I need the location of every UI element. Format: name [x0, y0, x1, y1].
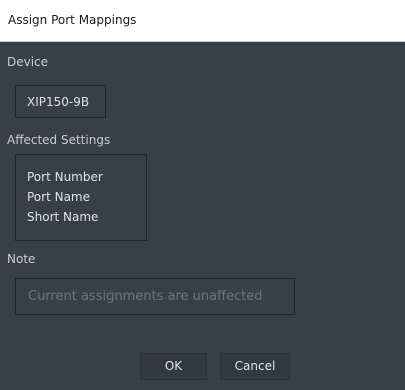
- device-value: XIP150-9B: [27, 95, 90, 109]
- list-item: Port Name: [27, 190, 91, 204]
- ok-button[interactable]: OK: [140, 353, 207, 380]
- device-field: XIP150-9B: [15, 85, 106, 118]
- assign-port-mappings-dialog: Assign Port Mappings Device XIP150-9B Af…: [0, 0, 405, 390]
- list-item: Port Number: [27, 170, 103, 184]
- cancel-button[interactable]: Cancel: [220, 353, 290, 380]
- affected-settings-list: Port Number Port Name Short Name: [15, 154, 147, 241]
- note-text: Current assignments are unaffected: [28, 289, 263, 304]
- note-field: Current assignments are unaffected: [15, 278, 295, 315]
- dialog-title: Assign Port Mappings: [8, 13, 137, 27]
- dialog-titlebar[interactable]: Assign Port Mappings: [0, 0, 405, 42]
- affected-settings-label: Affected Settings: [7, 133, 111, 147]
- device-label: Device: [7, 55, 49, 69]
- list-item: Short Name: [27, 210, 99, 224]
- note-label: Note: [7, 252, 36, 266]
